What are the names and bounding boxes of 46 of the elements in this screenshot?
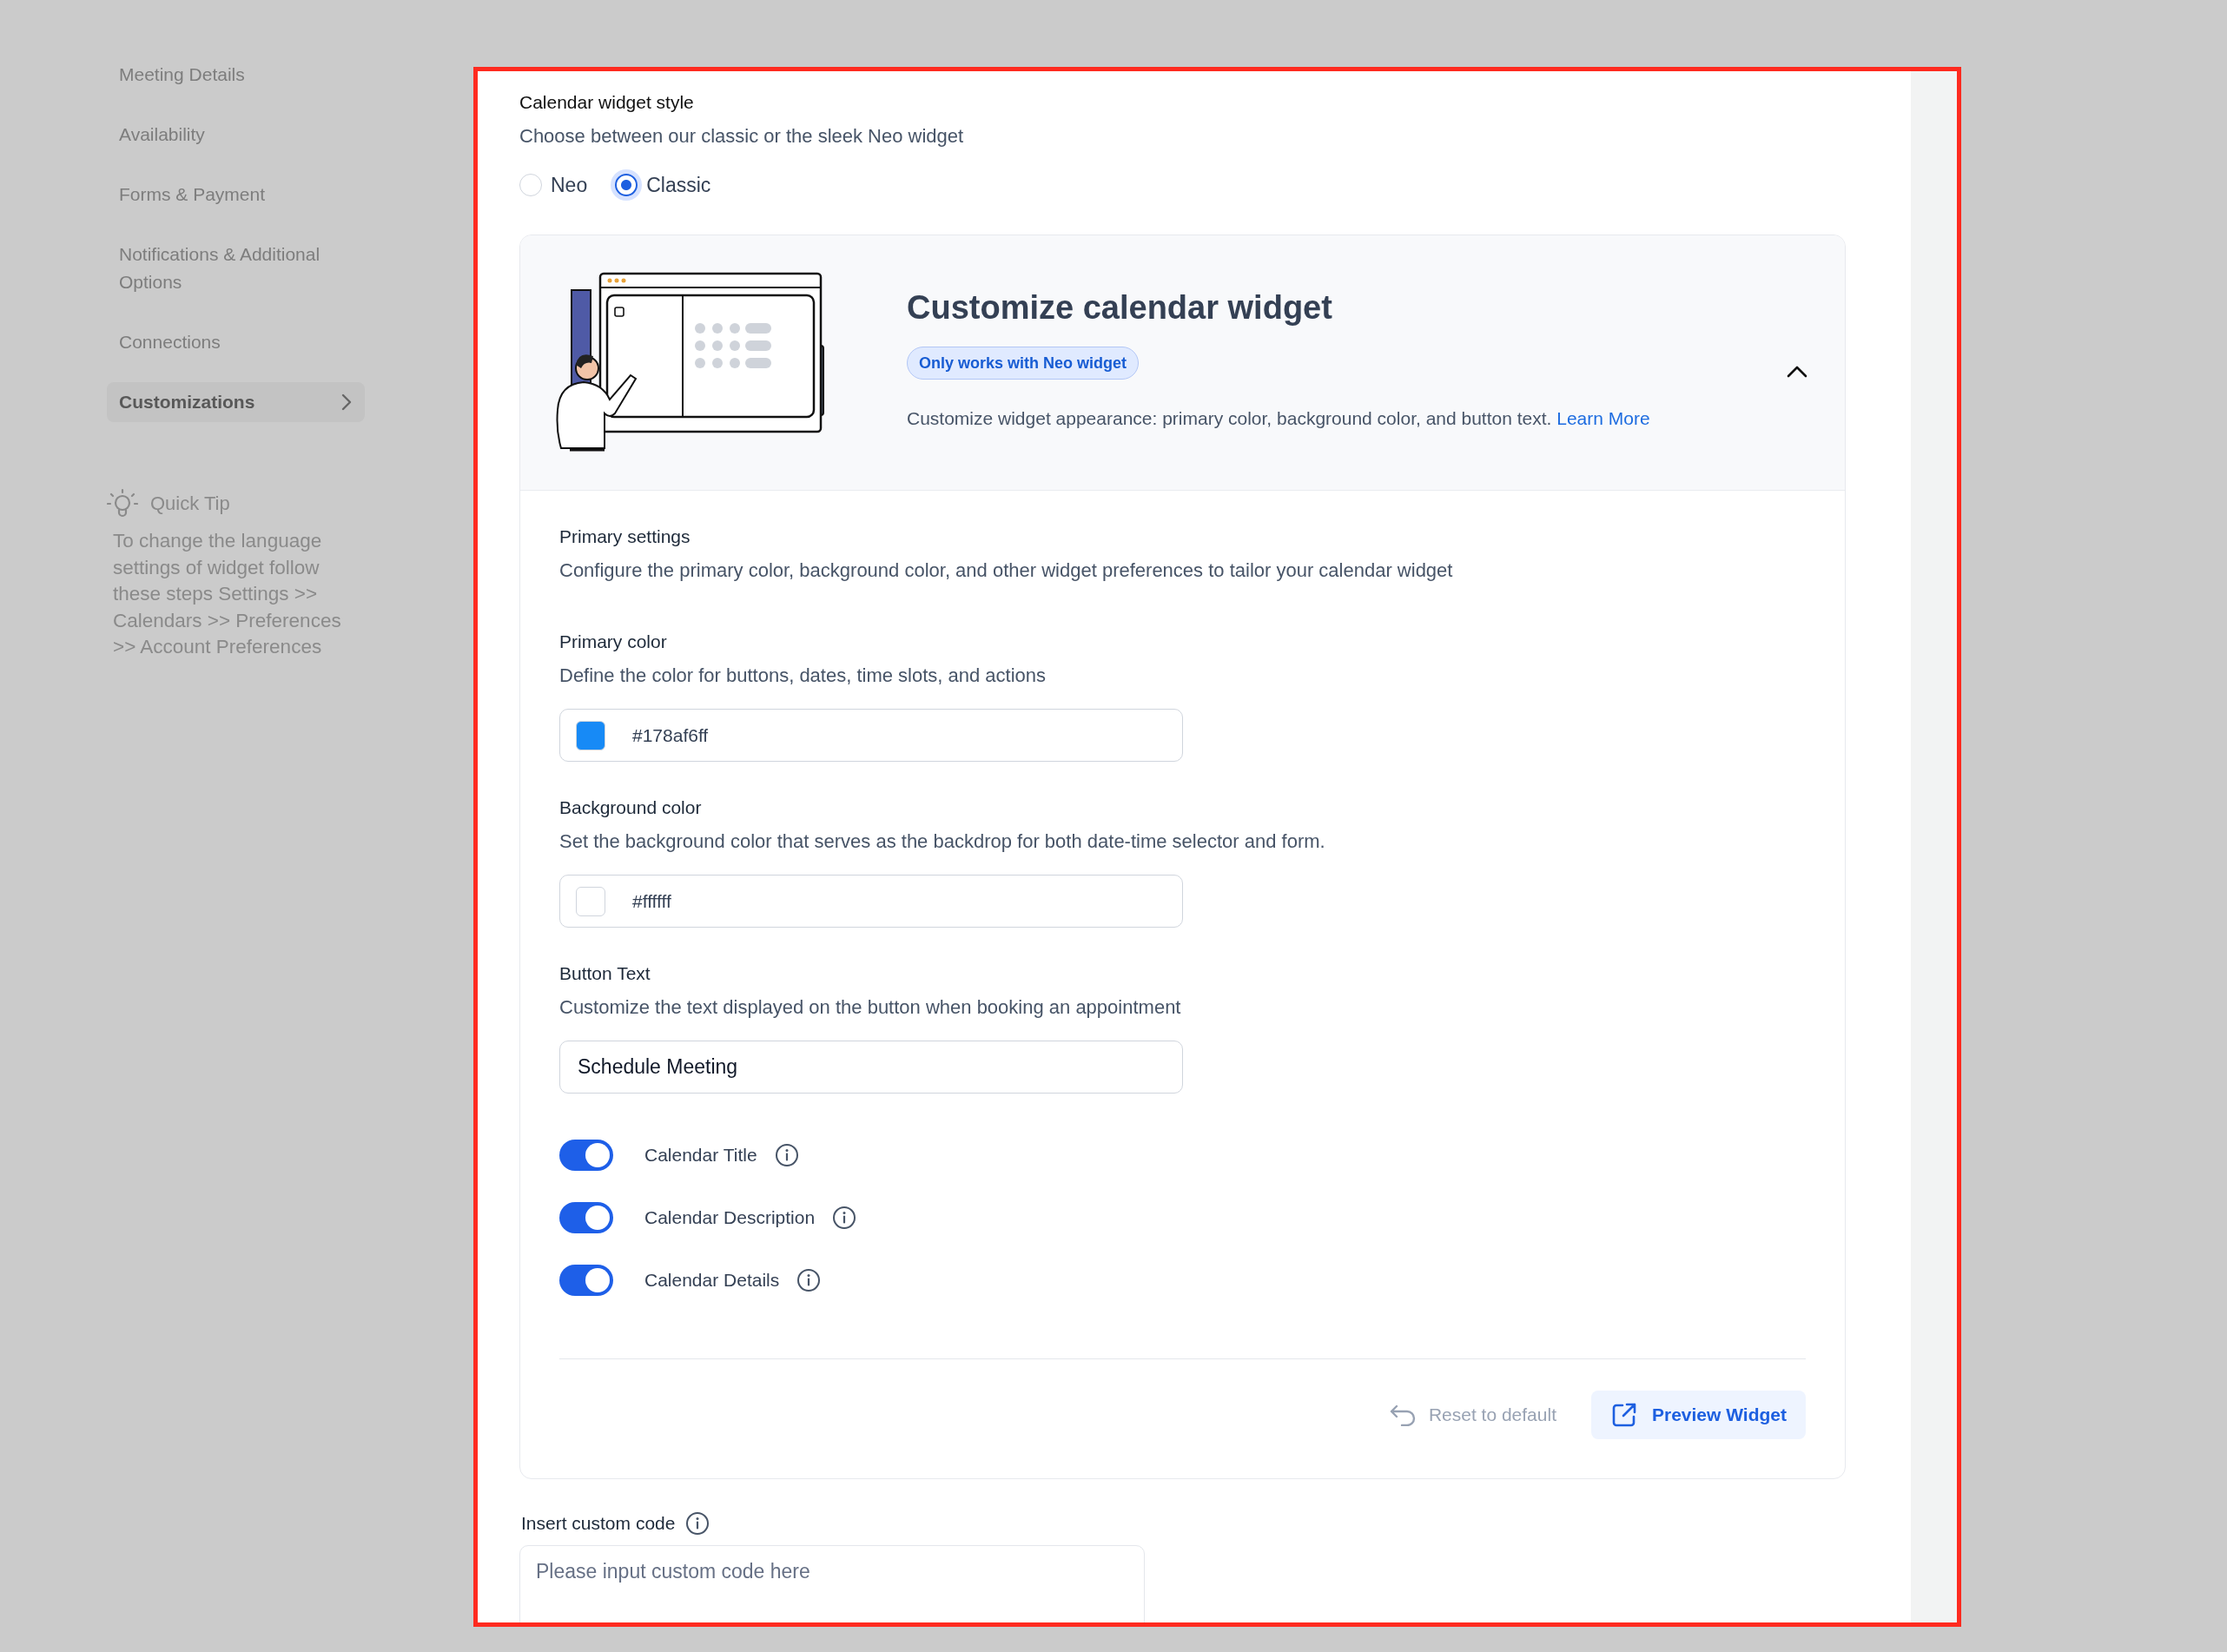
preview-widget-button[interactable]: Preview Widget <box>1590 1391 1806 1439</box>
section-title: Primary settings <box>559 525 691 548</box>
color-input-field[interactable]: #178af6ff <box>559 709 1183 762</box>
sidebar-item[interactable]: Meeting Details <box>107 55 365 95</box>
field-label: Primary color <box>559 631 668 653</box>
lightbulb-icon <box>107 488 138 519</box>
field-description: Customize the text displayed on the button when booking an appointment <box>559 995 1182 1020</box>
color-swatch[interactable] <box>576 720 605 750</box>
sidebar-item[interactable]: Forms & Payment <box>107 175 365 215</box>
info-icon[interactable] <box>685 1511 710 1536</box>
chevron-right-icon <box>340 393 353 412</box>
toggle-label: Calendar Title <box>644 1145 757 1166</box>
quick-tip-title: Quick Tip <box>150 492 230 515</box>
chevron-up-icon[interactable] <box>1787 365 1807 378</box>
toggle-switch[interactable] <box>559 1140 613 1171</box>
sidebar-item[interactable]: Notifications & Additional Options <box>107 235 365 302</box>
field-description: Define the color for buttons, dates, time slots, and actions <box>559 664 1047 688</box>
toggle-label: Calendar Description <box>644 1207 816 1228</box>
neo-only-badge: Only works with Neo widget <box>907 346 1140 380</box>
reset-to-default-button[interactable]: Reset to default <box>1388 1391 1556 1439</box>
card-description: Customize widget appearance: primary color, background color, and button text. Learn More <box>907 406 1650 430</box>
color-swatch[interactable] <box>576 886 605 916</box>
toggle-label: Calendar Details <box>644 1270 780 1291</box>
sidebar-item[interactable]: Customizations <box>107 382 365 422</box>
section-description: Choose between our classic or the sleek Neo widget <box>519 124 965 149</box>
field-label: Button Text <box>559 962 651 985</box>
toggle-switch[interactable] <box>559 1202 613 1233</box>
quick-tip-text: To change the language settings of widget follow these steps Settings >> Calendars >> Preferences >> Account Preferences <box>113 529 342 659</box>
color-input-field[interactable]: #ffffff <box>559 875 1183 928</box>
toggle-switch[interactable] <box>559 1265 613 1296</box>
field-description: Set the background color that serves as the backdrop for both date-time selector and form. <box>559 829 1326 854</box>
section-description: Configure the primary color, background color, and other widget preferences to tailor your calendar widget <box>559 558 1454 583</box>
undo-icon <box>1388 1404 1417 1426</box>
learn-more-link[interactable]: Learn More <box>1556 407 1650 428</box>
radio-label[interactable]: Neo <box>551 173 588 197</box>
custom-code-label: Insert custom code <box>521 1512 676 1535</box>
section-title: Calendar widget style <box>519 91 695 114</box>
radio-label[interactable]: Classic <box>646 173 711 197</box>
info-icon[interactable] <box>774 1143 799 1167</box>
field-label: Background color <box>559 796 703 819</box>
card-title: Customize calendar widget <box>907 287 1332 327</box>
text-input-field[interactable]: Schedule Meeting <box>559 1041 1183 1094</box>
sidebar-item[interactable]: Availability <box>107 115 365 155</box>
sidebar-item[interactable]: Connections <box>107 322 365 362</box>
info-icon[interactable] <box>796 1268 822 1292</box>
info-icon[interactable] <box>832 1206 857 1230</box>
